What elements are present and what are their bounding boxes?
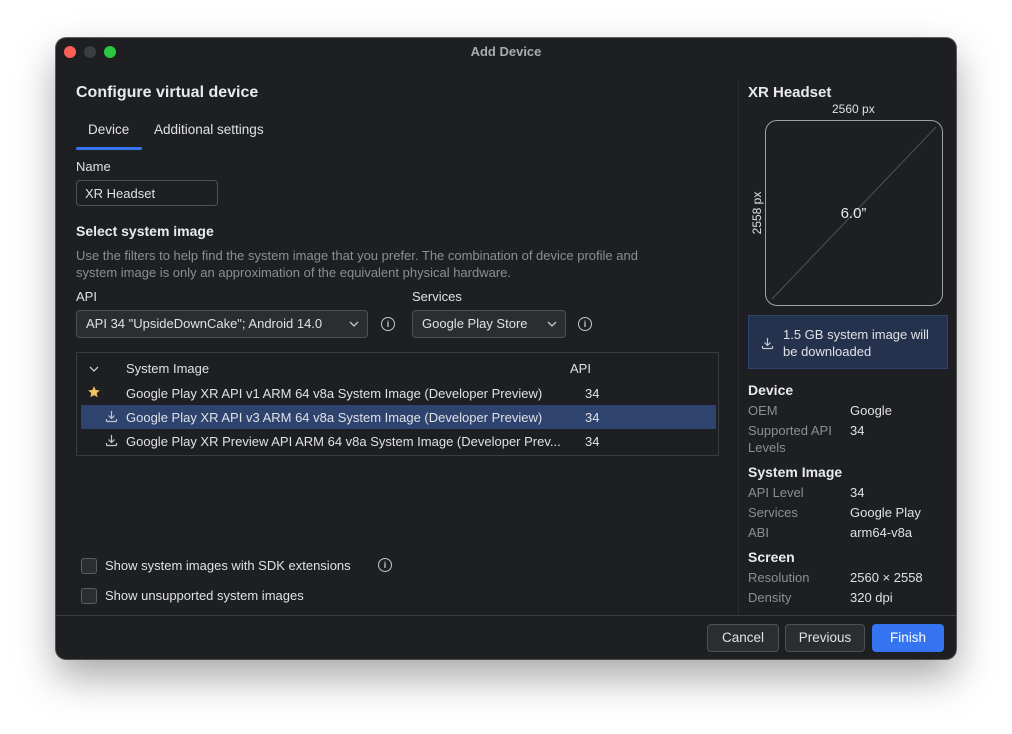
services-key: Services bbox=[748, 505, 798, 520]
api-select-value: API 34 "UpsideDownCake"; Android 14.0 bbox=[86, 316, 323, 331]
title-bar: Add Device bbox=[56, 38, 956, 66]
system-image-heading: Select system image bbox=[76, 223, 214, 239]
row-name: Google Play XR API v3 ARM 64 v8a System … bbox=[126, 410, 543, 425]
previous-button[interactable]: Previous bbox=[785, 624, 865, 652]
services-label: Services bbox=[412, 289, 462, 304]
device-diagonal-size: 6.0” bbox=[840, 205, 867, 222]
system-image-table: System Image API Google Play XR API v1 A… bbox=[76, 352, 719, 456]
tab-additional-settings[interactable]: Additional settings bbox=[154, 122, 264, 137]
star-icon bbox=[88, 386, 100, 398]
density-value: 320 dpi bbox=[850, 590, 893, 605]
page-title: Configure virtual device bbox=[76, 84, 259, 101]
sdk-extensions-checkbox[interactable] bbox=[81, 558, 97, 574]
column-header-api[interactable]: API bbox=[570, 361, 591, 376]
unsupported-images-label[interactable]: Show unsupported system images bbox=[105, 588, 304, 603]
name-input[interactable]: XR Headset bbox=[76, 180, 218, 206]
window-title: Add Device bbox=[470, 44, 542, 59]
description-line-2: system image is only an approximation of… bbox=[76, 265, 512, 280]
banner-text-line-1: 1.5 GB system image will bbox=[783, 327, 929, 342]
services-value: Google Play bbox=[850, 505, 921, 520]
cancel-button[interactable]: Cancel bbox=[707, 624, 779, 652]
sdk-extensions-info-icon[interactable]: i bbox=[378, 558, 392, 572]
device-height-label: 2558 px bbox=[750, 191, 764, 235]
supported-api-value: 34 bbox=[850, 423, 865, 438]
device-preview-title: XR Headset bbox=[748, 84, 832, 101]
table-row[interactable]: Google Play XR API v3 ARM 64 v8a System … bbox=[81, 405, 716, 429]
row-name: Google Play XR API v1 ARM 64 v8a System … bbox=[126, 386, 543, 401]
sdk-extensions-label[interactable]: Show system images with SDK extensions bbox=[105, 558, 351, 573]
api-info-icon[interactable]: i bbox=[381, 317, 395, 331]
device-width-label: 2560 px bbox=[832, 102, 875, 116]
supported-api-key-line-2: Levels bbox=[748, 440, 786, 455]
abi-key: ABI bbox=[748, 525, 769, 540]
table-row[interactable]: Google Play XR API v1 ARM 64 v8a System … bbox=[81, 381, 716, 405]
supported-api-key-line-1: Supported API bbox=[748, 423, 832, 438]
resolution-value: 2560 × 2558 bbox=[850, 570, 923, 585]
download-icon bbox=[761, 338, 774, 350]
api-level-value: 34 bbox=[850, 485, 865, 500]
row-api: 34 bbox=[585, 386, 600, 401]
download-banner: 1.5 GB system image will be downloaded bbox=[748, 315, 948, 369]
density-key: Density bbox=[748, 590, 792, 605]
chevron-down-icon[interactable] bbox=[89, 365, 99, 373]
row-api: 34 bbox=[585, 410, 600, 425]
api-level-key: API Level bbox=[748, 485, 804, 500]
description-line-1: Use the filters to help find the system … bbox=[76, 248, 638, 263]
download-icon[interactable] bbox=[105, 434, 118, 447]
unsupported-images-checkbox[interactable] bbox=[81, 588, 97, 604]
oem-value: Google bbox=[850, 403, 892, 418]
services-select-value: Google Play Store bbox=[422, 316, 528, 331]
services-select[interactable]: Google Play Store bbox=[412, 310, 566, 338]
api-label: API bbox=[76, 289, 97, 304]
active-tab-indicator bbox=[76, 147, 142, 150]
column-header-system-image[interactable]: System Image bbox=[126, 361, 209, 376]
api-select[interactable]: API 34 "UpsideDownCake"; Android 14.0 bbox=[76, 310, 368, 338]
table-row[interactable]: Google Play XR Preview API ARM 64 v8a Sy… bbox=[81, 429, 716, 453]
tab-device[interactable]: Device bbox=[88, 122, 129, 137]
banner-text-line-2: be downloaded bbox=[783, 344, 872, 359]
finish-button[interactable]: Finish bbox=[872, 624, 944, 652]
add-device-window: Add Device Configure virtual device Devi… bbox=[56, 38, 956, 659]
system-image-section-heading: System Image bbox=[748, 464, 843, 480]
name-label: Name bbox=[76, 159, 111, 174]
resolution-key: Resolution bbox=[748, 570, 810, 585]
chevron-down-icon bbox=[349, 321, 359, 327]
abi-value: arm64-v8a bbox=[850, 525, 913, 540]
download-icon[interactable] bbox=[105, 410, 118, 423]
device-section-heading: Device bbox=[748, 382, 794, 398]
oem-key: OEM bbox=[748, 403, 778, 418]
row-name: Google Play XR Preview API ARM 64 v8a Sy… bbox=[126, 434, 561, 449]
services-info-icon[interactable]: i bbox=[578, 317, 592, 331]
footer-divider bbox=[56, 615, 956, 616]
row-api: 34 bbox=[585, 434, 600, 449]
device-preview-frame: 6.0” bbox=[765, 120, 943, 306]
chevron-down-icon bbox=[547, 321, 557, 327]
screen-section-heading: Screen bbox=[748, 549, 795, 565]
